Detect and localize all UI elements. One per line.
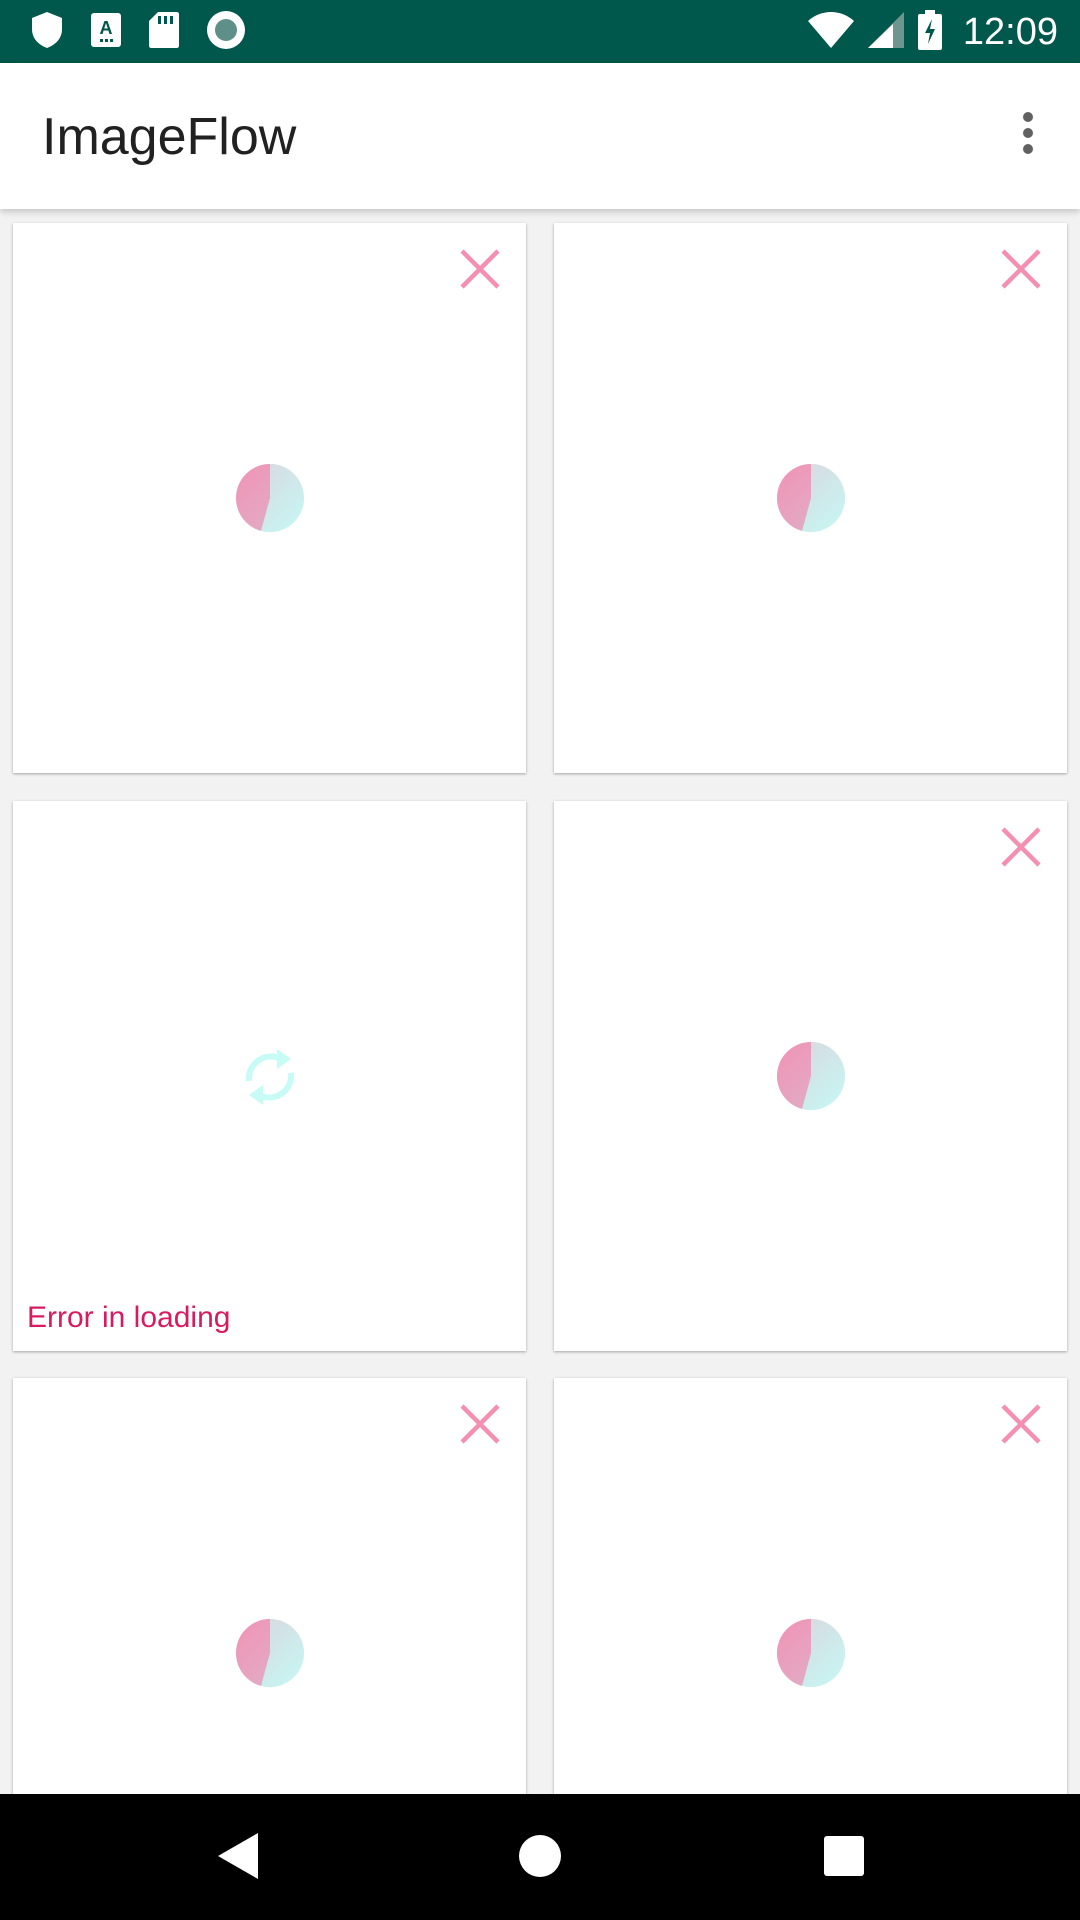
close-button[interactable] — [458, 1402, 502, 1446]
app-title: ImageFlow — [42, 108, 297, 166]
app-bar: ImageFlow — [0, 63, 1080, 209]
battery-charging-icon — [917, 9, 943, 56]
loading-spinner-icon — [776, 1618, 846, 1688]
close-icon — [999, 249, 1043, 295]
loading-spinner-icon — [235, 1618, 305, 1688]
back-button[interactable] — [202, 1822, 274, 1894]
close-button[interactable] — [458, 247, 502, 291]
error-message: Error in loading — [27, 1301, 231, 1334]
image-card[interactable] — [554, 1378, 1067, 1794]
close-button[interactable] — [999, 825, 1043, 869]
recents-button[interactable] — [808, 1822, 880, 1894]
status-time: 12:09 — [962, 10, 1058, 53]
back-icon — [216, 1831, 260, 1886]
image-card[interactable] — [554, 801, 1067, 1351]
image-card-error[interactable]: Error in loading — [13, 801, 526, 1351]
a-notification-icon: A — [90, 12, 122, 53]
loading-spinner-icon — [235, 463, 305, 533]
refresh-icon[interactable] — [237, 1041, 303, 1113]
close-icon — [999, 827, 1043, 873]
recents-icon — [823, 1835, 865, 1882]
close-icon — [999, 1404, 1043, 1450]
status-notification-icons: A — [30, 10, 246, 55]
image-grid[interactable]: Error in loading — [0, 209, 1080, 1794]
radio-button-icon — [206, 10, 246, 55]
overflow-menu-button[interactable] — [996, 99, 1060, 171]
cell-signal-icon — [867, 11, 905, 54]
home-icon — [518, 1834, 562, 1883]
sd-card-icon — [148, 11, 180, 54]
status-system-icons: 12:09 — [807, 8, 1058, 56]
close-button[interactable] — [999, 1402, 1043, 1446]
image-card[interactable] — [13, 1378, 526, 1794]
home-button[interactable] — [504, 1822, 576, 1894]
more-vert-icon — [1021, 111, 1035, 160]
loading-spinner-icon — [776, 1041, 846, 1111]
close-button[interactable] — [999, 247, 1043, 291]
loading-spinner-icon — [776, 463, 846, 533]
status-bar: A 12:09 — [0, 0, 1080, 63]
close-icon — [458, 1404, 502, 1450]
close-icon — [458, 249, 502, 295]
svg-text:A: A — [100, 18, 113, 38]
image-card[interactable] — [13, 223, 526, 773]
image-card[interactable] — [554, 223, 1067, 773]
navigation-bar — [0, 1794, 1080, 1920]
wifi-icon — [807, 11, 855, 54]
shield-icon — [30, 11, 64, 54]
